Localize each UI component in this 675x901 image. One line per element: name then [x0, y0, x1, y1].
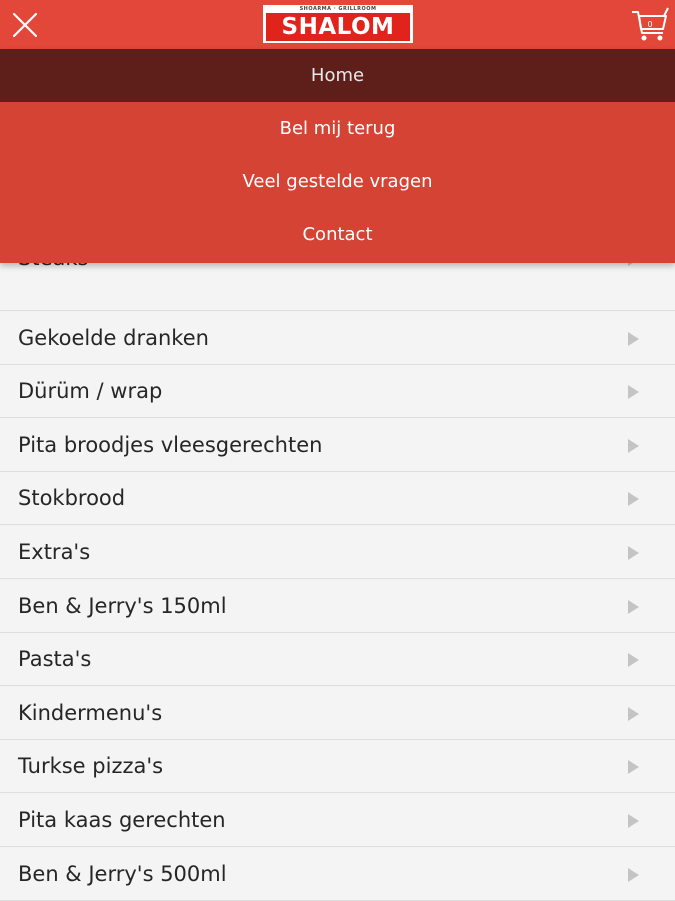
chevron-right-icon	[628, 706, 639, 721]
chevron-right-icon	[628, 867, 639, 882]
close-icon	[12, 12, 38, 38]
category-label: Pita kaas gerechten	[18, 808, 226, 832]
category-label: Turkse pizza's	[18, 754, 164, 779]
category-row[interactable]: Ben & Jerry's 150ml	[0, 579, 675, 633]
category-row[interactable]: Dürüm / wrap	[0, 365, 675, 419]
category-list: Steaks Gekoelde dranken Dürüm / wrap Pita b…	[0, 246, 675, 901]
category-label: Extra's	[18, 540, 91, 564]
chevron-right-icon	[628, 385, 639, 400]
chevron-right-icon	[628, 599, 639, 614]
category-label: Pasta's	[18, 647, 92, 672]
category-label: Gekoelde dranken	[18, 325, 209, 350]
app-header: SHOARMA · GRILLROOM SHALOM 0	[0, 0, 675, 49]
category-row[interactable]: Pasta's	[0, 633, 675, 687]
category-row[interactable]: Ben & Jerry's 500ml	[0, 847, 675, 901]
dropdown-nav-menu: Home Bel mij terug Veel gestelde vragen Con…	[0, 49, 675, 263]
nav-item-bel-mij-terug[interactable]: Bel mij terug	[0, 102, 675, 155]
chevron-right-icon	[628, 438, 639, 453]
category-label: Pita broodjes vleesgerechten	[18, 432, 323, 457]
category-label: Stokbrood	[18, 486, 126, 511]
chevron-right-icon	[628, 546, 639, 560]
category-label: Ben & Jerry's 500ml	[18, 861, 227, 886]
category-label: Kindermenu's	[18, 700, 163, 725]
chevron-right-icon	[628, 760, 639, 775]
nav-item-contact[interactable]: Contact	[0, 208, 675, 261]
chevron-right-icon	[628, 492, 639, 507]
logo-tagline: SHOARMA · GRILLROOM	[299, 6, 377, 12]
chevron-right-icon	[628, 814, 639, 828]
category-row[interactable]: Steaks	[0, 246, 675, 311]
cart-button[interactable]: 0	[630, 6, 670, 44]
category-row[interactable]: Stokbrood	[0, 472, 675, 526]
chevron-right-icon	[628, 653, 639, 668]
category-row[interactable]: Pita kaas gerechten	[0, 794, 675, 847]
logo-wordmark: SHALOM	[266, 13, 410, 41]
category-row[interactable]: Kindermenu's	[0, 686, 675, 740]
category-label: Dürüm / wrap	[18, 379, 163, 404]
shalom-logo[interactable]: SHOARMA · GRILLROOM SHALOM	[263, 5, 413, 43]
category-row[interactable]: Gekoelde dranken	[0, 311, 675, 365]
close-menu-button[interactable]	[8, 8, 42, 42]
category-row[interactable]: Turkse pizza's	[0, 740, 675, 794]
nav-item-veel-gestelde-vragen[interactable]: Veel gestelde vragen	[0, 155, 675, 208]
category-row[interactable]: Extra's	[0, 526, 675, 579]
cart-count-badge: 0	[647, 20, 653, 29]
nav-item-home[interactable]: Home	[0, 49, 675, 102]
category-label: Ben & Jerry's 150ml	[18, 593, 227, 618]
chevron-right-icon	[628, 331, 639, 346]
category-row[interactable]: Pita broodjes vleesgerechten	[0, 418, 675, 472]
